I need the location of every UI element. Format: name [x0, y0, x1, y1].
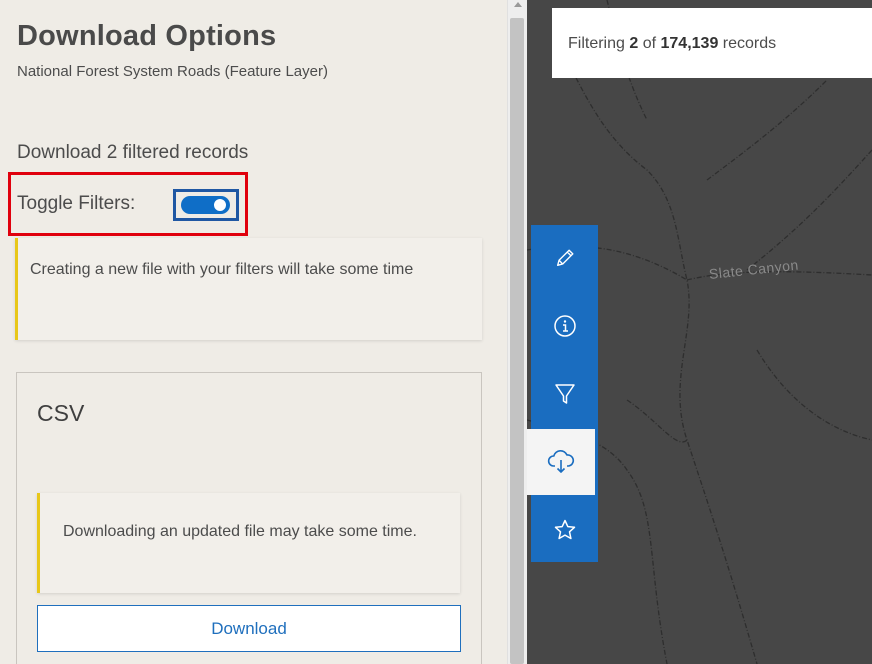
download-options-panel: Download Options National Forest System …	[0, 0, 507, 664]
total-count: 174,139	[660, 35, 719, 52]
edit-tool-button[interactable]	[531, 225, 598, 291]
download-tool-button[interactable]	[527, 429, 595, 495]
filter-tool-button[interactable]	[531, 361, 598, 427]
page-title: Download Options	[17, 20, 277, 52]
favorite-tool-button[interactable]	[531, 497, 598, 563]
download-count-text: Download 2 filtered records	[17, 142, 249, 163]
toggle-filters-switch[interactable]	[173, 189, 239, 221]
scrollbar-thumb[interactable]	[510, 18, 524, 664]
toggle-track	[181, 196, 230, 214]
pencil-icon	[556, 249, 573, 267]
info-icon	[553, 315, 576, 337]
filter-status-middle: of	[638, 35, 661, 52]
star-icon	[554, 519, 575, 540]
download-button[interactable]: Download	[37, 605, 461, 652]
filter-status-suffix: records	[718, 35, 777, 52]
layer-subtitle: National Forest System Roads (Feature La…	[17, 63, 328, 80]
filtered-count: 2	[629, 35, 639, 52]
filter-status-prefix: Filtering	[568, 35, 630, 52]
filters-notice-text: Creating a new file with your filters wi…	[30, 261, 414, 278]
csv-notice-text: Downloading an updated file may take som…	[63, 523, 417, 540]
info-tool-button[interactable]	[531, 293, 598, 359]
csv-title: CSV	[37, 400, 85, 426]
filter-status-box: Filtering 2 of 174,139 records	[552, 8, 872, 78]
toggle-knob	[212, 197, 228, 213]
toggle-filters-label: Toggle Filters:	[17, 193, 136, 214]
map-toolbar	[527, 225, 598, 563]
csv-notice	[37, 493, 460, 593]
filters-notice	[15, 238, 482, 340]
filter-icon	[554, 384, 575, 404]
scroll-up-arrow-icon[interactable]	[514, 2, 522, 7]
cloud-download-icon	[547, 449, 575, 473]
